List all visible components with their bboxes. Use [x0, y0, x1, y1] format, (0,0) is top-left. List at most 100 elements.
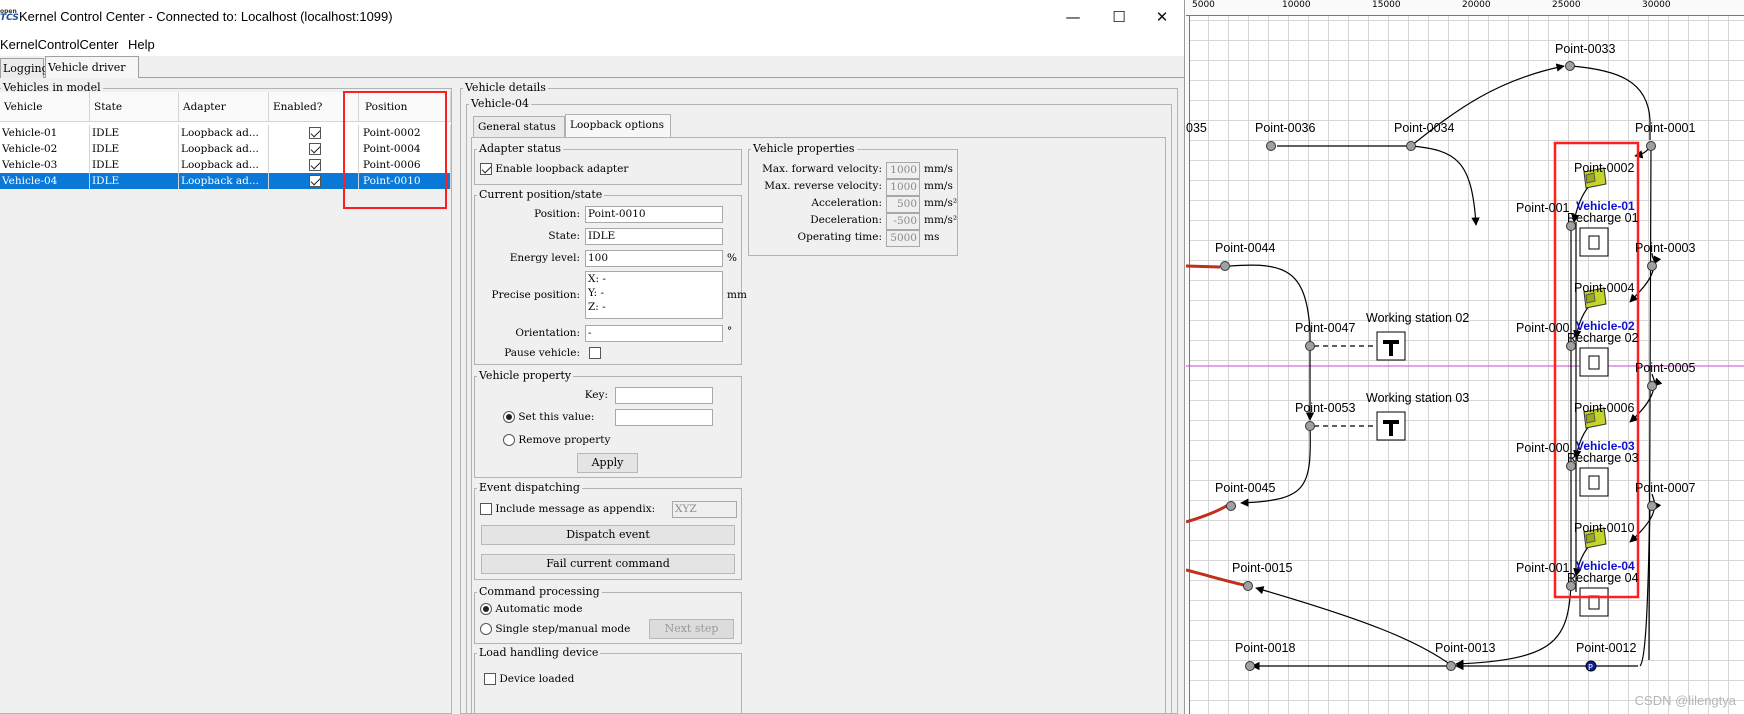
kernel-control-center-window: open TCS Kernel Control Center - Connect…	[0, 0, 1185, 714]
point-0047[interactable]	[1305, 341, 1315, 351]
recharge-station[interactable]	[1579, 347, 1609, 377]
highlight-box-position-column	[343, 91, 447, 209]
dispatch-event-button[interactable]: Dispatch event	[481, 525, 735, 545]
route-segment	[1186, 503, 1229, 524]
tab-general-status[interactable]: General status	[473, 116, 565, 137]
next-step-button[interactable]: Next step	[649, 619, 734, 639]
point-0013[interactable]	[1446, 661, 1456, 671]
point-0003[interactable]	[1647, 261, 1657, 271]
point-0053[interactable]	[1305, 421, 1315, 431]
label-point-0015: Point-0015	[1232, 561, 1293, 575]
label-point-0013: Point-0013	[1435, 641, 1496, 655]
label-recharge-02: Recharge 02	[1567, 331, 1639, 345]
position-label: Position:	[534, 208, 580, 220]
state-label: State:	[548, 230, 580, 242]
set-value-input[interactable]	[615, 409, 713, 426]
path[interactable]	[1410, 145, 1480, 226]
checkbox-icon[interactable]	[308, 127, 321, 139]
state-field[interactable]: IDLE	[585, 228, 723, 245]
minimize-button[interactable]: —	[1050, 0, 1096, 34]
tab-loopback-options[interactable]: Loopback options	[565, 114, 671, 137]
property-unit: mm/s²	[924, 214, 958, 226]
property-value[interactable]: 1000	[886, 179, 920, 196]
precise-position-unit: mm	[727, 289, 747, 301]
battery-icon	[1588, 475, 1600, 490]
include-message-checkbox[interactable]: Include message as appendix:	[480, 503, 655, 515]
property-value[interactable]: 1000	[886, 162, 920, 179]
checkbox-icon[interactable]	[308, 159, 321, 171]
path[interactable]	[1648, 145, 1652, 661]
orientation-label: Orientation:	[515, 327, 580, 339]
label-point-0033: Point-0033	[1555, 42, 1616, 56]
precise-position-field[interactable]: X: - Y: - Z: -	[585, 271, 723, 319]
label-vehicle-04: Vehicle-04	[1576, 559, 1635, 573]
radio-icon	[503, 411, 515, 423]
point-0044[interactable]	[1220, 261, 1230, 271]
remove-property-radio[interactable]: Remove property	[503, 434, 610, 446]
key-label: Key:	[584, 389, 608, 401]
cell-vehicle: Vehicle-03	[0, 157, 90, 173]
point-0033[interactable]	[1565, 61, 1575, 71]
property-label: Deceleration:	[810, 214, 882, 226]
label-point-0002: Point-0002	[1574, 161, 1635, 175]
column-vehicle[interactable]: Vehicle	[0, 92, 90, 121]
plant-model-drawing: P	[1186, 61, 1744, 672]
radio-icon	[480, 623, 492, 635]
property-value[interactable]: -500	[886, 213, 920, 230]
manual-mode-radio[interactable]: Single step/manual mode	[480, 623, 630, 635]
appendix-input[interactable]: XYZ	[672, 501, 737, 518]
set-this-value-radio[interactable]: Set this value:	[503, 411, 594, 423]
recharge-station[interactable]	[1579, 467, 1609, 497]
point-0018[interactable]	[1245, 661, 1255, 671]
recharge-station[interactable]	[1579, 227, 1609, 257]
apply-button[interactable]: Apply	[577, 453, 638, 473]
point-0034[interactable]	[1406, 141, 1416, 151]
property-value[interactable]: 500	[886, 196, 920, 213]
point-0005[interactable]	[1647, 381, 1657, 391]
label-point-0018: Point-0018	[1235, 641, 1296, 655]
label-point-0004: Point-0004	[1574, 281, 1635, 295]
menu-help[interactable]: Help	[128, 37, 155, 52]
label-point-0003: Point-0003	[1635, 241, 1696, 255]
point-0007[interactable]	[1647, 501, 1657, 511]
fail-current-command-button[interactable]: Fail current command	[481, 554, 735, 574]
label-point-0035-partial: 035	[1186, 121, 1207, 135]
energy-unit: %	[727, 252, 737, 264]
label-point-0010: Point-0010	[1574, 521, 1635, 535]
key-input[interactable]	[615, 387, 713, 404]
position-field[interactable]: Point-0010	[585, 206, 723, 223]
column-adapter[interactable]: Adapter	[179, 92, 269, 121]
tab-vehicle-driver[interactable]: Vehicle driver	[45, 56, 139, 78]
enable-loopback-adapter-checkbox[interactable]: Enable loopback adapter	[480, 163, 628, 175]
property-unit: mm/s	[924, 180, 953, 192]
recharge-station[interactable]	[1579, 587, 1609, 617]
cell-vehicle: Vehicle-02	[0, 141, 90, 157]
checkbox-icon[interactable]	[308, 143, 321, 155]
maximize-button[interactable]: ☐	[1096, 0, 1142, 34]
column-state[interactable]: State	[90, 92, 179, 121]
working-station-03[interactable]	[1376, 411, 1406, 441]
orientation-field[interactable]: -	[585, 325, 723, 342]
label-point-0036: Point-0036	[1255, 121, 1316, 135]
automatic-mode-radio[interactable]: Automatic mode	[480, 603, 582, 615]
point-0036[interactable]	[1266, 141, 1276, 151]
precise-position-label: Precise position:	[491, 289, 580, 301]
point-0045[interactable]	[1226, 501, 1236, 511]
device-loaded-checkbox[interactable]: Device loaded	[484, 673, 574, 685]
pause-vehicle-checkbox[interactable]	[589, 347, 601, 359]
working-station-02[interactable]	[1376, 331, 1406, 361]
tab-logging[interactable]: Logging	[0, 58, 49, 78]
point-0015[interactable]	[1243, 581, 1253, 591]
label-recharge-03: Recharge 03	[1567, 451, 1639, 465]
label-vehicle-02: Vehicle-02	[1576, 319, 1635, 333]
point-0001[interactable]	[1646, 141, 1656, 151]
property-unit: mm/s	[924, 163, 953, 175]
energy-level-field[interactable]: 100	[585, 250, 723, 267]
checkbox-icon[interactable]	[308, 175, 321, 187]
label-point-0005: Point-0005	[1635, 361, 1696, 375]
battery-icon	[1588, 235, 1600, 250]
battery-icon	[1588, 355, 1600, 370]
close-button[interactable]: ✕	[1139, 0, 1184, 34]
menu-kernelcontrolcenter[interactable]: KernelControlCenter	[0, 37, 119, 52]
property-value[interactable]: 5000	[886, 230, 920, 247]
